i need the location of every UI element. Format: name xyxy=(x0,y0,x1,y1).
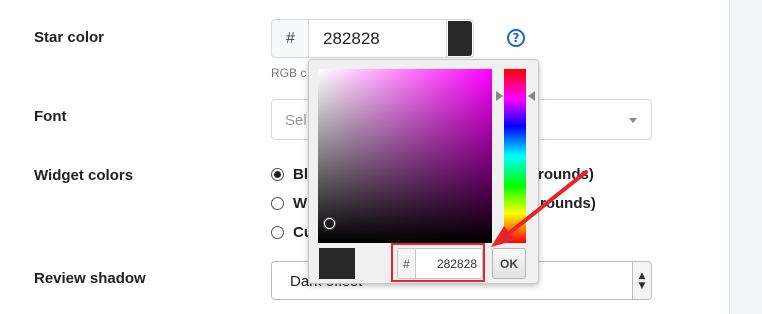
color-cursor[interactable] xyxy=(324,218,335,229)
star-color-hex-input[interactable]: 282828 xyxy=(308,19,447,58)
star-color-label: Star color xyxy=(34,29,105,46)
star-color-swatch-button[interactable] xyxy=(446,19,474,58)
hash-prefix: # xyxy=(271,19,309,58)
widget-colors-option-1-label[interactable]: Bl xyxy=(293,166,308,183)
review-shadow-label: Review shadow xyxy=(34,270,146,287)
up-down-arrows-icon[interactable]: ▲ ▼ xyxy=(632,262,651,299)
star-color-hint: RGB c xyxy=(271,66,307,80)
question-circle-icon[interactable]: ? xyxy=(507,29,525,47)
widget-colors-option-2-label-end: rounds) xyxy=(540,195,596,212)
widget-colors-option-2-label[interactable]: W xyxy=(293,195,307,212)
font-label: Font xyxy=(34,108,67,125)
widget-colors-radio-2[interactable] xyxy=(271,197,284,210)
ok-button[interactable]: OK xyxy=(492,248,526,279)
widget-colors-radio-3[interactable] xyxy=(271,226,284,239)
color-preview-swatch xyxy=(319,248,355,279)
widget-colors-label: Widget colors xyxy=(34,167,134,184)
star-color-swatch xyxy=(448,21,472,56)
font-select-placeholder: Sel xyxy=(285,112,307,129)
widget-colors-option-1-label-end: rounds) xyxy=(538,166,594,183)
hue-slider-arrow-left-icon[interactable] xyxy=(496,91,503,101)
saturation-value-area[interactable] xyxy=(318,69,492,243)
hue-slider-arrow-right-icon[interactable] xyxy=(528,91,535,101)
hue-slider[interactable] xyxy=(504,69,526,243)
widget-colors-radio-1[interactable] xyxy=(271,168,284,181)
caret-down-icon xyxy=(629,118,637,123)
annotation-highlight-box xyxy=(391,243,485,282)
